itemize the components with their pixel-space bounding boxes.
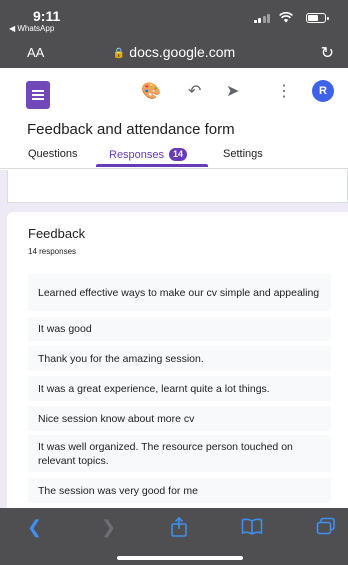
summary-card — [7, 170, 348, 203]
browser-toolbar: ❮ ❯ — [0, 508, 348, 565]
send-icon[interactable]: ➤ — [226, 81, 239, 101]
response-item: Thank you for the amazing session. — [28, 346, 331, 371]
home-indicator — [117, 556, 243, 560]
response-count: 14 responses — [28, 247, 77, 256]
response-item: It was good — [28, 317, 331, 341]
responses-count-badge: 14 — [169, 148, 188, 161]
palette-icon[interactable]: 🎨 — [141, 81, 161, 101]
tabs-icon[interactable] — [316, 517, 336, 540]
share-icon[interactable] — [170, 516, 188, 542]
account-avatar[interactable]: R — [312, 80, 334, 102]
header-divider — [0, 168, 348, 169]
response-item: Nice session know about more cv — [28, 406, 331, 431]
wifi-icon — [279, 10, 293, 28]
response-item: It was a great experience, learnt quite … — [28, 376, 331, 401]
tab-responses-label: Responses — [109, 149, 165, 161]
back-to-app-link[interactable]: ◀ WhatsApp — [9, 24, 54, 33]
bookmarks-icon[interactable] — [241, 517, 263, 540]
tab-responses[interactable]: Responses 14 — [109, 148, 188, 161]
status-bar: 9:11 ◀ WhatsApp — [0, 0, 348, 38]
battery-icon — [306, 13, 329, 23]
response-item: The session was very good for me — [28, 478, 331, 503]
cellular-signal-icon — [253, 14, 270, 23]
browser-address-bar[interactable]: AA 🔒 docs.google.com ↻ — [0, 38, 348, 68]
question-card: Feedback 14 responses Learned effective … — [7, 212, 348, 516]
lock-icon: 🔒 — [112, 48, 126, 59]
google-forms-logo-icon[interactable] — [26, 81, 50, 109]
tab-settings[interactable]: Settings — [223, 148, 263, 160]
response-item: It was well organized. The resource pers… — [28, 435, 331, 472]
response-item: Learned effective ways to make our cv si… — [28, 274, 331, 311]
forms-header: 🎨 ↶ ➤ ⋮ R Feedback and attendance form Q… — [0, 68, 348, 170]
more-vert-icon[interactable]: ⋮ — [276, 81, 292, 101]
question-title: Feedback — [28, 226, 86, 241]
tab-questions[interactable]: Questions — [28, 148, 78, 160]
active-tab-indicator — [96, 164, 208, 167]
form-title: Feedback and attendance form — [27, 121, 235, 138]
forward-icon: ❯ — [101, 517, 117, 537]
reload-icon[interactable]: ↻ — [321, 43, 334, 63]
back-icon[interactable]: ❮ — [27, 517, 42, 538]
undo-icon[interactable]: ↶ — [188, 81, 201, 101]
url-text: docs.google.com — [129, 44, 236, 60]
url-display[interactable]: 🔒 docs.google.com — [0, 44, 348, 60]
status-time: 9:11 — [33, 8, 61, 24]
